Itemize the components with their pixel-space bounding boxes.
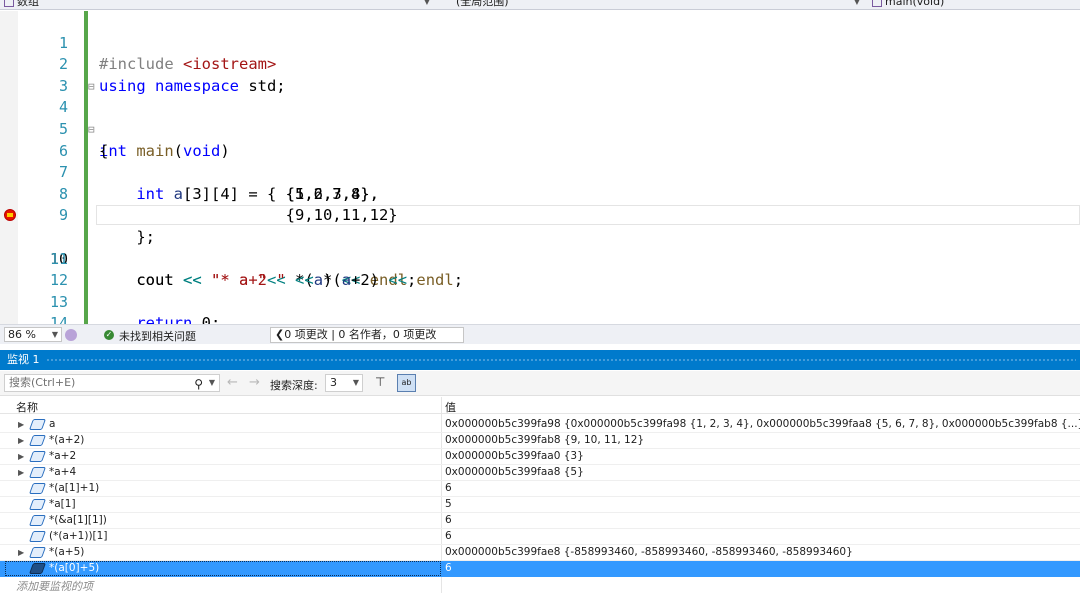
- chevron-down-icon: ▼: [352, 378, 359, 387]
- column-header-value[interactable]: 值: [445, 399, 456, 415]
- variable-icon: [28, 467, 47, 478]
- column-header-name[interactable]: 名称: [16, 399, 38, 415]
- issues-status[interactable]: 未找到相关问题: [119, 328, 196, 344]
- code-line-9[interactable]: 9 };: [0, 184, 1080, 246]
- watch-name: *(&a[1][1]): [49, 514, 107, 526]
- code-line-3[interactable]: 3: [0, 54, 1080, 95]
- watch-row[interactable]: *a[1] 5: [0, 497, 1080, 513]
- watch-value: 6: [445, 562, 452, 574]
- text-view-icon[interactable]: ab: [397, 374, 416, 392]
- git-changes-indicator[interactable]: ❮0 项更改 | 0 名作者，0 项更改: [270, 327, 464, 343]
- watch-row[interactable]: (*(a+1))[1] 6: [0, 529, 1080, 545]
- watch-name: *(a[0]+5): [49, 562, 100, 574]
- watch-search-input[interactable]: 搜索(Ctrl+E) ⚲ ▼: [4, 374, 220, 392]
- code-line-7[interactable]: 7 {5,6,7,8},: [0, 141, 1080, 203]
- project-icon: [4, 0, 14, 7]
- variable-icon: [28, 483, 47, 494]
- code-line-12[interactable]: 12: [0, 249, 1080, 289]
- editor-status-bar: 86 % ▼ ✓ 未找到相关问题 ❮0 项更改 | 0 名作者，0 项更改: [0, 324, 1080, 344]
- code-line-6[interactable]: 6 ⊟ int a[3][4] = { {1,2,3,4},: [0, 119, 1080, 203]
- expand-arrow-icon[interactable]: ▶: [18, 449, 24, 464]
- variable-icon: [28, 515, 47, 526]
- function-combo[interactable]: main(void): [872, 0, 1080, 9]
- watch-window-title[interactable]: 监视 1: [0, 350, 1080, 370]
- grid-header: 名称 值: [0, 397, 1080, 414]
- watch-value: 6: [445, 514, 452, 526]
- variable-icon: [28, 451, 47, 462]
- watch-name: *a+4: [49, 466, 77, 478]
- expand-arrow-icon[interactable]: ▶: [18, 433, 24, 448]
- watch-value: 0x000000b5c399faa0 {3}: [445, 450, 584, 462]
- copilot-icon[interactable]: [65, 329, 77, 341]
- variable-icon: [28, 419, 47, 430]
- scope-combo[interactable]: (全局范围) ▼: [456, 0, 864, 9]
- variable-icon: [28, 547, 47, 558]
- watch-value: 0x000000b5c399fa98 {0x000000b5c399fa98 {…: [445, 418, 1080, 430]
- title-grip: [46, 358, 1076, 362]
- code-line-15[interactable]: 15: [0, 313, 1080, 324]
- watch-value: 6: [445, 530, 452, 542]
- code-line-5[interactable]: 5 {: [0, 97, 1080, 160]
- expand-arrow-icon[interactable]: ▶: [18, 465, 24, 480]
- watch-value: 0x000000b5c399fab8 {9, 10, 11, 12}: [445, 434, 645, 446]
- pin-icon[interactable]: ⊤: [375, 375, 385, 389]
- arrow-right-icon[interactable]: →: [249, 375, 260, 390]
- chevron-down-icon: ▼: [423, 0, 430, 6]
- chevron-down-icon: ▼: [853, 0, 860, 6]
- watch-row[interactable]: ▶ *(a+5) 0x000000b5c399fae8 {-858993460,…: [0, 545, 1080, 561]
- fold-minus-icon[interactable]: ⊟: [88, 119, 98, 141]
- watch-value: 6: [445, 482, 452, 494]
- watch-value: 0x000000b5c399faa8 {5}: [445, 466, 584, 478]
- function-icon: [872, 0, 882, 7]
- project-combo[interactable]: 数组 ▼: [4, 0, 434, 9]
- search-depth-combo[interactable]: 3 ▼: [325, 374, 363, 392]
- expand-arrow-icon[interactable]: ▶: [18, 545, 24, 560]
- search-icon[interactable]: ⚲: [194, 376, 203, 392]
- watch-name: a: [49, 418, 56, 430]
- check-icon: ✓: [104, 330, 114, 340]
- expand-arrow-icon[interactable]: ▶: [18, 417, 24, 432]
- variable-icon: [28, 435, 47, 446]
- code-line-8[interactable]: 8 {9,10,11,12}: [0, 162, 1080, 225]
- code-line-11[interactable]: 11 cout << "* a+2 " << *(a+2) << endl;: [0, 227, 1080, 290]
- chevron-down-icon[interactable]: ▼: [209, 375, 215, 391]
- watch-name: *(a+5): [49, 546, 85, 558]
- watch-name: *(a+2): [49, 434, 85, 446]
- search-depth-label: 搜索深度:: [270, 379, 318, 392]
- navigation-bar: 数组 ▼ (全局范围) ▼ main(void): [0, 0, 1080, 10]
- watch-row[interactable]: ▶ *a+2 0x000000b5c399faa0 {3}: [0, 449, 1080, 465]
- fold-minus-icon[interactable]: ⊟: [88, 76, 98, 98]
- watch-grid: 名称 值 ▶ a 0x000000b5c399fa98 {0x000000b5c…: [0, 397, 1080, 593]
- code-line-10[interactable]: 10 cout << "* a "<< *(a) << endl;: [0, 205, 1080, 289]
- watch-row[interactable]: ▶ *a+4 0x000000b5c399faa8 {5}: [0, 465, 1080, 481]
- zoom-combo[interactable]: 86 % ▼: [4, 327, 62, 342]
- code-line-14[interactable]: 14: [0, 292, 1080, 324]
- execution-pointer-icon[interactable]: [4, 209, 16, 222]
- watch-name: *a+2: [49, 450, 77, 462]
- watch-name: (*(a+1))[1]: [49, 530, 108, 542]
- code-editor[interactable]: 1 #include <iostream> 2 using namespace …: [0, 11, 1080, 324]
- add-watch-item[interactable]: 添加要监视的项: [16, 578, 93, 593]
- watch-value: 0x000000b5c399fae8 {-858993460, -8589934…: [445, 546, 853, 558]
- variable-icon: [28, 499, 47, 510]
- watch-name: *a[1]: [49, 498, 76, 510]
- variable-icon: [28, 531, 47, 542]
- arrow-left-icon[interactable]: ←: [227, 375, 238, 390]
- watch-value: 5: [445, 498, 452, 510]
- watch-row[interactable]: *(&a[1][1]) 6: [0, 513, 1080, 529]
- watch-toolbar: 搜索(Ctrl+E) ⚲ ▼ ← → 搜索深度: 3 ▼ ⊤ ab: [0, 371, 1080, 396]
- watch-row-selected[interactable]: *(a[0]+5) 6: [0, 561, 1080, 577]
- watch-name: *(a[1]+1): [49, 482, 100, 494]
- chevron-left-icon: ❮: [275, 328, 285, 341]
- watch-row[interactable]: ▶ *(a+2) 0x000000b5c399fab8 {9, 10, 11, …: [0, 433, 1080, 449]
- code-line-13[interactable]: 13 return 0;: [0, 270, 1080, 324]
- chevron-down-icon: ▼: [51, 330, 58, 339]
- code-line-1[interactable]: 1 #include <iostream>: [0, 11, 1080, 74]
- code-line-2[interactable]: 2 using namespace std;: [0, 33, 1080, 95]
- code-line-4[interactable]: 4 ⊟ int main(void): [0, 76, 1080, 160]
- watch-row[interactable]: ▶ a 0x000000b5c399fa98 {0x000000b5c399fa…: [0, 417, 1080, 433]
- watch-row[interactable]: *(a[1]+1) 6: [0, 481, 1080, 497]
